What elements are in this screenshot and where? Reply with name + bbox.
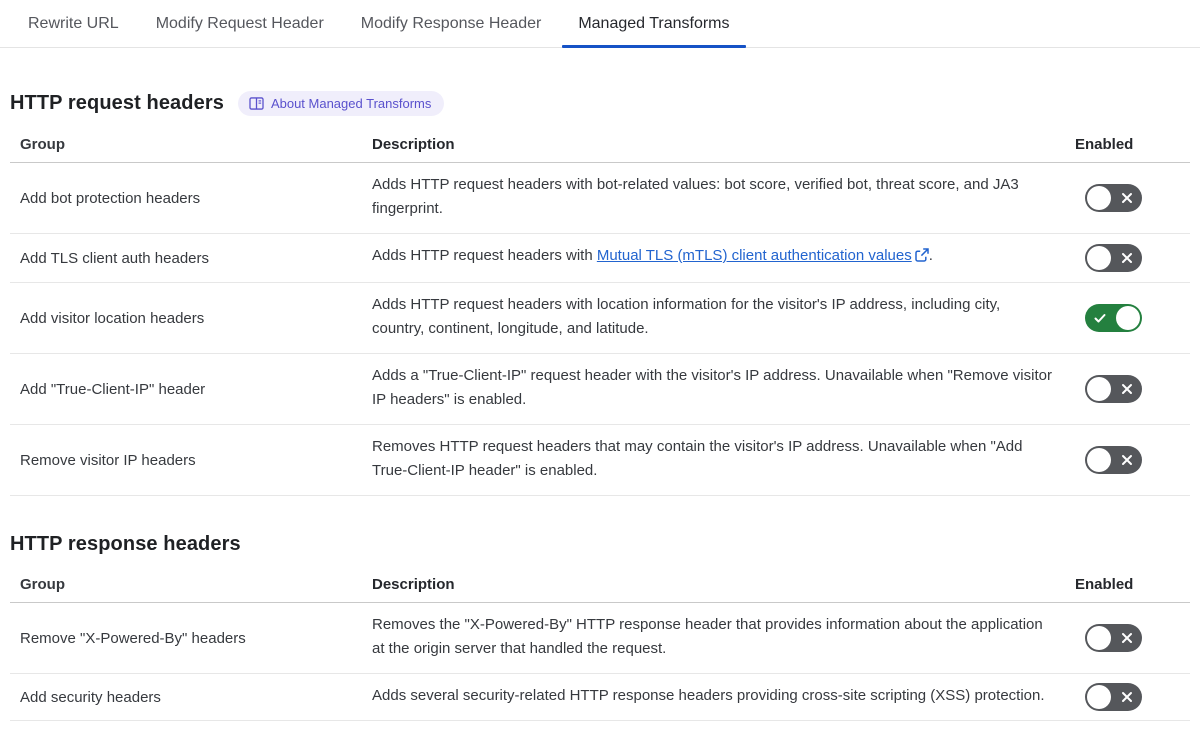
about-managed-transforms-link[interactable]: About Managed Transforms — [237, 91, 445, 116]
x-icon — [1121, 454, 1133, 466]
tab-managed-transforms[interactable]: Managed Transforms — [562, 0, 746, 48]
table-row: Add TLS client auth headers Adds HTTP re… — [10, 234, 1190, 283]
table-row: Remove visitor IP headers Removes HTTP r… — [10, 425, 1190, 496]
column-header-group: Group — [20, 576, 65, 593]
book-icon — [249, 97, 264, 110]
column-header-enabled: Enabled — [1075, 576, 1134, 593]
description-text: Adds HTTP request headers with location … — [372, 296, 1001, 337]
group-label: Add TLS client auth headers — [20, 249, 210, 267]
toggle-add-security-headers[interactable] — [1085, 683, 1142, 711]
x-icon — [1121, 632, 1133, 644]
toggle-remove-visitor-ip-headers[interactable] — [1085, 446, 1142, 474]
description-prefix: Adds HTTP request headers with — [372, 247, 597, 264]
toggle-knob — [1087, 246, 1111, 270]
external-link-icon[interactable] — [914, 246, 929, 270]
toggle-knob — [1087, 626, 1111, 650]
x-icon — [1121, 252, 1133, 264]
column-header-enabled: Enabled — [1075, 136, 1134, 153]
check-icon — [1093, 311, 1107, 325]
group-label: Add visitor location headers — [20, 309, 205, 327]
toggle-remove-x-powered-by-headers[interactable] — [1085, 624, 1142, 652]
description-suffix: . — [928, 247, 933, 264]
column-header-description: Description — [372, 136, 455, 153]
table-header-row: Group Description Enabled — [10, 132, 1190, 163]
response-headers-table: Group Description Enabled Remove "X-Powe… — [10, 572, 1190, 721]
description-text: Removes HTTP request headers that may co… — [372, 438, 1023, 479]
toggle-knob — [1087, 685, 1111, 709]
x-icon — [1121, 383, 1133, 395]
description-text: Adds HTTP request headers with bot-relat… — [372, 176, 1019, 217]
column-header-description: Description — [372, 576, 455, 593]
description-text: Adds several security-related HTTP respo… — [372, 687, 1045, 704]
tab-rewrite-url[interactable]: Rewrite URL — [12, 0, 135, 47]
toggle-knob — [1116, 306, 1140, 330]
group-label: Remove visitor IP headers — [20, 451, 196, 469]
group-label: Add security headers — [20, 688, 161, 706]
response-section-title: HTTP response headers — [10, 533, 241, 555]
toggle-knob — [1087, 186, 1111, 210]
table-row: Add "True-Client-IP" header Adds a "True… — [10, 354, 1190, 425]
mtls-docs-link[interactable]: Mutual TLS (mTLS) client authentication … — [597, 247, 912, 264]
table-row: Add security headers Adds several securi… — [10, 674, 1190, 721]
group-label: Remove "X-Powered-By" headers — [20, 629, 246, 647]
x-icon — [1121, 691, 1133, 703]
table-header-row: Group Description Enabled — [10, 572, 1190, 603]
table-row: Add bot protection headers Adds HTTP req… — [10, 163, 1190, 234]
tab-modify-request-header[interactable]: Modify Request Header — [140, 0, 340, 47]
toggle-knob — [1087, 448, 1111, 472]
x-icon — [1121, 192, 1133, 204]
request-headers-table: Group Description Enabled Add bot protec… — [10, 132, 1190, 496]
toggle-add-visitor-location-headers[interactable] — [1085, 304, 1142, 332]
tab-bar: Rewrite URL Modify Request Header Modify… — [0, 0, 1200, 48]
table-row: Add visitor location headers Adds HTTP r… — [10, 283, 1190, 354]
table-row: Remove "X-Powered-By" headers Removes th… — [10, 603, 1190, 674]
group-label: Add "True-Client-IP" header — [20, 380, 206, 398]
toggle-knob — [1087, 377, 1111, 401]
description-text: Adds HTTP request headers with Mutual TL… — [372, 234, 1075, 282]
toggle-add-tls-client-auth-headers[interactable] — [1085, 244, 1142, 272]
column-header-group: Group — [20, 136, 65, 153]
description-text: Adds a "True-Client-IP" request header w… — [372, 367, 1052, 408]
description-text: Removes the "X-Powered-By" HTTP response… — [372, 616, 1043, 657]
toggle-add-true-client-ip-header[interactable] — [1085, 375, 1142, 403]
toggle-add-bot-protection-headers[interactable] — [1085, 184, 1142, 212]
badge-label: About Managed Transforms — [270, 96, 432, 111]
request-section-title: HTTP request headers — [10, 92, 224, 114]
group-label: Add bot protection headers — [20, 189, 201, 207]
tab-modify-response-header[interactable]: Modify Response Header — [345, 0, 558, 47]
